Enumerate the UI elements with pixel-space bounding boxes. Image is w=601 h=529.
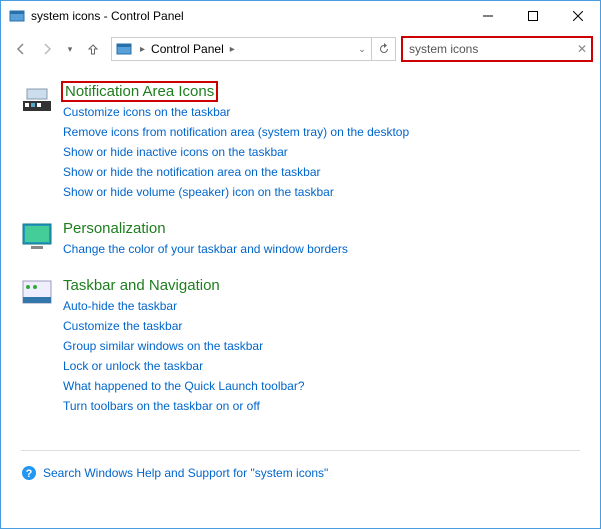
up-button[interactable] (81, 37, 105, 61)
result-link[interactable]: What happened to the Quick Launch toolba… (63, 376, 580, 396)
clear-search-icon[interactable]: ✕ (577, 42, 587, 56)
result-link[interactable]: Lock or unlock the taskbar (63, 356, 580, 376)
forward-button[interactable] (35, 37, 59, 61)
divider (21, 450, 580, 451)
notification-area-icon (21, 83, 57, 202)
title-bar: system icons - Control Panel (1, 1, 600, 31)
control-panel-icon (9, 8, 25, 24)
result-link[interactable]: Turn toolbars on the taskbar on or off (63, 396, 580, 416)
maximize-button[interactable] (510, 1, 555, 31)
result-link[interactable]: Change the color of your taskbar and win… (63, 239, 580, 259)
taskbar-icon (21, 277, 57, 416)
search-input[interactable] (403, 38, 591, 60)
search-box[interactable]: ✕ (402, 37, 592, 61)
result-section: Personalization Change the color of your… (21, 220, 580, 259)
personalization-icon (21, 220, 57, 259)
address-dropdown[interactable]: ⌄ (353, 44, 371, 55)
result-link[interactable]: Group similar windows on the taskbar (63, 336, 580, 356)
address-bar[interactable]: ▸ Control Panel ▸ ⌄ (111, 37, 396, 61)
section-title-link[interactable]: Notification Area Icons (63, 83, 216, 100)
back-button[interactable] (9, 37, 33, 61)
help-search-row[interactable]: ? Search Windows Help and Support for "s… (1, 459, 600, 487)
chevron-right-icon[interactable]: ▸ (136, 44, 149, 55)
navigation-bar: ▾ ▸ Control Panel ▸ ⌄ ✕ (1, 31, 600, 67)
chevron-right-icon[interactable]: ▸ (226, 44, 239, 55)
result-link[interactable]: Show or hide volume (speaker) icon on th… (63, 182, 580, 202)
result-section: Notification Area Icons Customize icons … (21, 83, 580, 202)
search-results: Notification Area Icons Customize icons … (1, 67, 600, 442)
result-link[interactable]: Show or hide inactive icons on the taskb… (63, 142, 580, 162)
help-search-link[interactable]: Search Windows Help and Support for "sys… (43, 463, 328, 483)
help-icon: ? (21, 465, 37, 481)
section-title-link[interactable]: Taskbar and Navigation (63, 277, 220, 294)
refresh-button[interactable] (371, 38, 395, 60)
window-title: system icons - Control Panel (31, 9, 465, 23)
breadcrumb-root[interactable]: Control Panel (149, 42, 226, 56)
result-link[interactable]: Customize icons on the taskbar (63, 102, 580, 122)
svg-text:?: ? (26, 468, 33, 480)
minimize-button[interactable] (465, 1, 510, 31)
control-panel-icon (116, 41, 132, 57)
result-link[interactable]: Auto-hide the taskbar (63, 296, 580, 316)
close-button[interactable] (555, 1, 600, 31)
recent-dropdown[interactable]: ▾ (61, 44, 79, 55)
section-title-link[interactable]: Personalization (63, 220, 166, 237)
result-link[interactable]: Remove icons from notification area (sys… (63, 122, 580, 142)
result-link[interactable]: Show or hide the notification area on th… (63, 162, 580, 182)
result-link[interactable]: Customize the taskbar (63, 316, 580, 336)
result-section: Taskbar and Navigation Auto-hide the tas… (21, 277, 580, 416)
